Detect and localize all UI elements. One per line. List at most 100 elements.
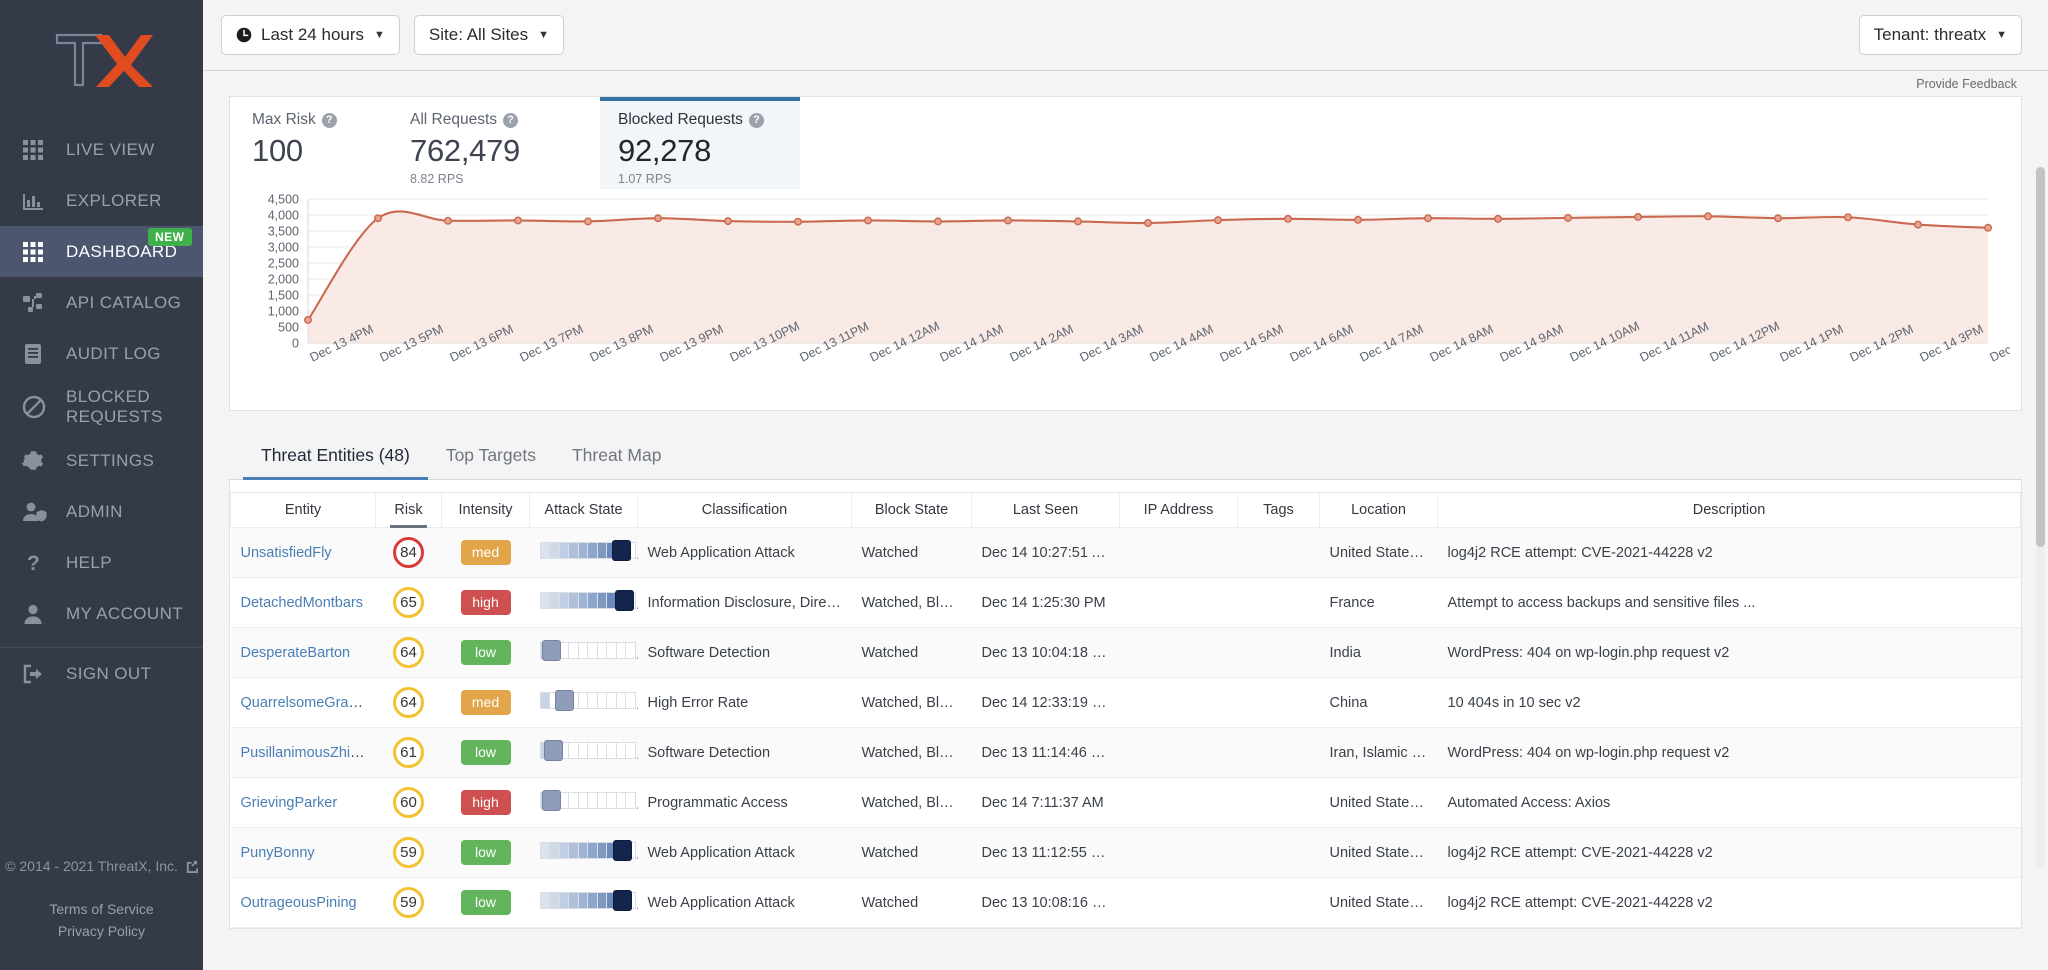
kpi-blocked-requests[interactable]: Blocked Requests ? 92,278 1.07 RPS: [600, 97, 800, 189]
cell-location: United States of...: [1319, 827, 1438, 878]
time-range-selector[interactable]: Last 24 hours ▼: [221, 15, 400, 55]
cell-last-seen: Dec 13 10:08:16 PM: [971, 877, 1120, 928]
sidebar-item-help[interactable]: ? HELP: [0, 537, 203, 588]
sidebar-item-sign-out[interactable]: SIGN OUT: [0, 648, 203, 699]
block-icon: [22, 395, 66, 419]
col-description[interactable]: Description: [1437, 492, 2021, 528]
col-risk[interactable]: Risk: [375, 492, 442, 529]
table-row[interactable]: OutrageousPining 59 low Web Application Att…: [230, 877, 2021, 928]
kpi-value: 92,278: [618, 133, 712, 168]
attack-state-meter: [539, 840, 636, 861]
table-row[interactable]: PusillanimousZhilong 61 low Software Detect…: [230, 727, 2021, 778]
cell-last-seen: Dec 13 11:14:46 PM: [971, 727, 1120, 778]
cell-intensity: med: [441, 677, 530, 728]
table-row[interactable]: PunyBonny 59 low Web Application Attack Watc…: [230, 827, 2021, 878]
col-block-state[interactable]: Block State: [851, 492, 972, 528]
chevron-down-icon: ▼: [374, 29, 385, 41]
cell-classification: Programmatic Access: [637, 777, 852, 828]
grid-icon: [22, 139, 66, 161]
kpi-all-requests[interactable]: All Requests ? 762,479 8.82 RPS: [410, 97, 600, 189]
sidebar-item-dashboard[interactable]: DASHBOARD NEW: [0, 226, 203, 277]
cell-entity[interactable]: GrievingParker: [230, 777, 376, 828]
entity-link[interactable]: PusillanimousZhilong: [241, 745, 376, 761]
cell-entity[interactable]: QuarrelsomeGrammont: [230, 677, 376, 728]
sidebar-item-live-view[interactable]: LIVE VIEW: [0, 124, 203, 175]
col-intensity[interactable]: Intensity: [441, 492, 530, 528]
col-tags[interactable]: Tags: [1237, 492, 1320, 528]
svg-text:4,000: 4,000: [268, 209, 299, 223]
entity-link[interactable]: PunyBonny: [241, 845, 315, 861]
cell-attack-state: [529, 727, 638, 778]
entity-link[interactable]: DetachedMontbars: [241, 595, 364, 611]
user-icon: [22, 603, 66, 625]
col-ip-address[interactable]: IP Address: [1119, 492, 1238, 528]
risk-score-badge: 59: [393, 837, 424, 868]
tenant-selector[interactable]: Tenant: threatx ▼: [1858, 15, 2022, 55]
tab-threat-entities[interactable]: Threat Entities (48): [243, 433, 428, 480]
table-row[interactable]: DesperateBarton 64 low Software Detection Wa…: [230, 627, 2021, 678]
entity-link[interactable]: UnsatisfiedFly: [241, 545, 332, 561]
entity-link[interactable]: OutrageousPining: [241, 895, 357, 911]
sidebar-item-blocked-requests[interactable]: BLOCKED REQUESTS: [0, 379, 203, 435]
kpi-value: 100: [252, 133, 303, 168]
cell-ip-address: [1119, 627, 1238, 678]
table-row[interactable]: DetachedMontbars 65 high Information Disclo…: [230, 577, 2021, 628]
table-row[interactable]: GrievingParker 60 high Programmatic Access W…: [230, 777, 2021, 828]
sidebar-item-my-account[interactable]: MY ACCOUNT: [0, 588, 203, 639]
cell-last-seen: Dec 14 1:25:30 PM: [971, 577, 1120, 628]
cell-last-seen: Dec 13 11:12:55 PM: [971, 827, 1120, 878]
tab-top-targets[interactable]: Top Targets: [428, 433, 554, 480]
external-link-icon[interactable]: [185, 860, 198, 876]
provide-feedback-link[interactable]: Provide Feedback: [229, 71, 2022, 96]
sidebar-item-api-catalog[interactable]: API CATALOG: [0, 277, 203, 328]
risk-score-badge: 59: [393, 887, 424, 918]
threat-entities-table-wrap: Entity Risk Intensity Attack State Class…: [229, 480, 2022, 929]
question-icon: ?: [22, 552, 66, 574]
help-icon[interactable]: ?: [321, 112, 337, 128]
cell-tags: [1237, 627, 1320, 678]
cell-entity[interactable]: PusillanimousZhilong: [230, 727, 376, 778]
sidebar-item-admin[interactable]: ADMIN: [0, 486, 203, 537]
cell-tags: [1237, 827, 1320, 878]
table-row[interactable]: UnsatisfiedFly 84 med Web Application Attac…: [230, 527, 2021, 578]
cell-entity[interactable]: OutrageousPining: [230, 877, 376, 928]
sidebar-item-audit-log[interactable]: AUDIT LOG: [0, 328, 203, 379]
col-entity[interactable]: Entity: [230, 492, 376, 528]
cell-entity[interactable]: PunyBonny: [230, 827, 376, 878]
tab-threat-map[interactable]: Threat Map: [554, 433, 679, 480]
privacy-policy-link[interactable]: Privacy Policy: [0, 920, 203, 942]
col-attack-state[interactable]: Attack State: [529, 492, 638, 528]
entity-link[interactable]: QuarrelsomeGrammont: [241, 695, 376, 711]
cell-description: WordPress: 404 on wp-login.php request v…: [1437, 627, 2021, 678]
sidebar-item-explorer[interactable]: EXPLORER: [0, 175, 203, 226]
entity-link[interactable]: GrievingParker: [241, 795, 338, 811]
chevron-down-icon: ▼: [538, 29, 550, 41]
cell-ip-address: [1119, 877, 1238, 928]
requests-timeseries-chart[interactable]: 0 500 1,000 1,500 2,000 2,500 3,000 3,500 4,000 4…: [230, 189, 2021, 410]
col-classification[interactable]: Classification: [637, 492, 852, 528]
intensity-chip: low: [460, 640, 511, 665]
help-icon[interactable]: ?: [503, 112, 519, 128]
cell-block-state: Watched: [851, 827, 972, 878]
cell-block-state: Watched, Blocke...: [851, 727, 972, 778]
help-icon[interactable]: ?: [748, 112, 764, 128]
kpi-title: Blocked Requests: [618, 111, 743, 128]
terms-of-service-link[interactable]: Terms of Service: [0, 898, 203, 920]
attack-state-meter: [539, 540, 636, 561]
cell-entity[interactable]: UnsatisfiedFly: [230, 527, 376, 578]
sidebar-item-settings[interactable]: SETTINGS: [0, 435, 203, 486]
col-location[interactable]: Location: [1319, 492, 1438, 528]
kpi-title: Max Risk: [252, 111, 316, 128]
cell-classification: Web Application Attack: [637, 527, 852, 578]
cell-entity[interactable]: DesperateBarton: [230, 627, 376, 678]
kpi-max-risk[interactable]: Max Risk ? 100: [230, 97, 410, 189]
col-last-seen[interactable]: Last Seen: [971, 492, 1120, 528]
page-scrollbar[interactable]: [2036, 167, 2045, 867]
entity-link[interactable]: DesperateBarton: [241, 645, 351, 661]
cell-attack-state: [529, 877, 638, 928]
logo[interactable]: [0, 0, 203, 120]
table-row[interactable]: QuarrelsomeGrammont 64 med High Error RateW…: [230, 677, 2021, 728]
cell-description: log4j2 RCE attempt: CVE-2021-44228 v2: [1437, 827, 2021, 878]
site-filter-selector[interactable]: Site: All Sites ▼: [413, 15, 565, 55]
cell-entity[interactable]: DetachedMontbars: [230, 577, 376, 628]
